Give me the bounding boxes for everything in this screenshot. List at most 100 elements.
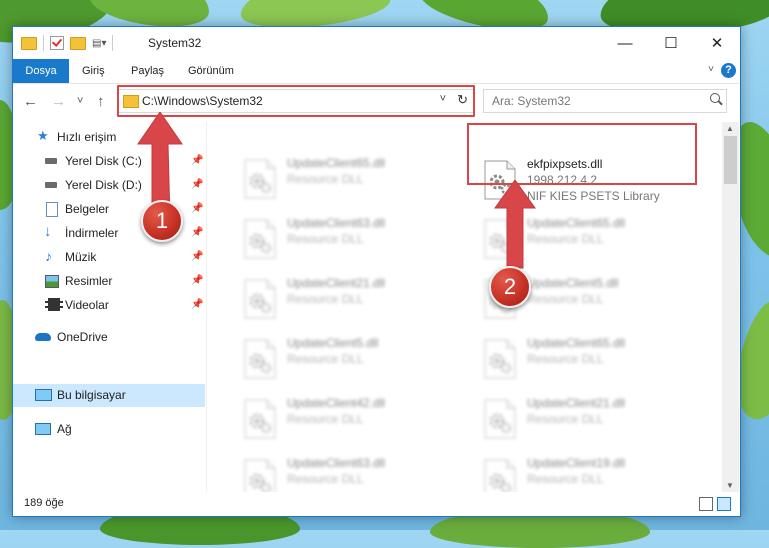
network-icon (35, 423, 51, 435)
refresh-icon[interactable]: ↻ (457, 92, 468, 108)
file-name: UpdateClient63.dll (287, 456, 386, 470)
properties-icon[interactable] (50, 36, 64, 50)
scroll-up-arrow[interactable]: ▲ (726, 124, 734, 133)
forward-button[interactable]: → (51, 93, 66, 110)
title-bar: ▤▾ System32 — ☐ ✕ (13, 27, 740, 59)
video-icon (45, 298, 63, 311)
drive-icon (45, 182, 57, 188)
expand-ribbon-icon[interactable]: ˅ (708, 64, 714, 75)
tab-home[interactable]: Giriş (82, 59, 105, 83)
dll-file-icon (243, 279, 277, 319)
file-description: Resource DLL (287, 352, 364, 366)
window-title: System32 (148, 36, 202, 50)
dll-file-icon (243, 219, 277, 259)
file-description: Resource DLL (527, 472, 604, 486)
search-input[interactable]: Ara: System32 (483, 89, 727, 113)
sidebar-item-network[interactable]: Ağ (13, 418, 205, 440)
file-name: UpdateClient65.dll (527, 336, 626, 350)
file-description: Resource DLL (287, 412, 364, 426)
sidebar-item-pictures[interactable]: Resimler 📌 (13, 270, 205, 292)
pin-icon[interactable]: 📌 (191, 222, 203, 244)
folder-icon (21, 36, 37, 50)
search-icon[interactable] (710, 93, 720, 103)
step-1-badge: 1 (141, 200, 183, 242)
help-icon[interactable]: ? (721, 63, 736, 78)
dll-file-icon (243, 399, 277, 439)
pin-icon[interactable]: 📌 (191, 198, 203, 220)
file-list: UpdateClient65.dll Resource DLL UpdateClie… (207, 122, 722, 492)
close-button[interactable]: ✕ (694, 27, 740, 59)
dll-file-icon (243, 459, 277, 492)
file-description: Resource DLL (287, 172, 364, 186)
dll-file-icon (483, 339, 517, 379)
window-controls: — ☐ ✕ (602, 27, 740, 59)
status-bar: 189 öğe (13, 492, 740, 516)
chevron-down-icon[interactable]: ˅ (440, 93, 446, 105)
documents-icon (46, 202, 58, 217)
sidebar-item-this-pc-row[interactable]: Bu bilgisayar (13, 384, 205, 406)
cloud-icon (35, 333, 51, 341)
folder-icon (123, 95, 139, 108)
details-view-icon[interactable] (699, 497, 713, 511)
sidebar-item-videos[interactable]: Videolar 📌 (13, 294, 205, 316)
customize-toolbar-icon[interactable]: ▤▾ (92, 38, 106, 49)
file-item[interactable]: UpdateClient65.dll Resource DLL (237, 153, 457, 201)
file-name: UpdateClient5.dll (287, 336, 379, 350)
recent-locations-button[interactable]: ˅ (77, 95, 83, 107)
pin-icon[interactable]: 📌 (191, 294, 203, 316)
file-name: UpdateClient65.dll (287, 156, 386, 170)
navigation-bar: ← → ˅ ↑ C:\Windows\System32 ˅ ↻ Ara: Sys… (13, 84, 740, 118)
minimize-button[interactable]: — (602, 27, 648, 59)
scroll-down-arrow[interactable]: ▼ (726, 481, 734, 490)
file-description: Resource DLL (527, 352, 604, 366)
file-item[interactable]: UpdateClient63.dll Resource DLL (237, 453, 457, 492)
ribbon-tabs: Dosya Giriş Paylaş Görünüm ˅ ? (13, 59, 740, 84)
file-item[interactable]: UpdateClient21.dll Resource DLL (237, 273, 457, 321)
file-description: Resource DLL (527, 292, 604, 306)
file-item[interactable]: UpdateClient19.dll Resource DLL (477, 453, 697, 492)
sidebar-item-onedrive[interactable]: OneDrive (13, 326, 205, 348)
dll-file-icon (243, 159, 277, 199)
quick-access-toolbar: ▤▾ (21, 35, 114, 51)
dll-file-icon (483, 459, 517, 492)
file-name: UpdateClient21.dll (287, 276, 386, 290)
back-button[interactable]: ← (23, 93, 38, 110)
pin-icon[interactable]: 📌 (191, 174, 203, 196)
tab-view[interactable]: Görünüm (188, 59, 234, 83)
file-item[interactable]: UpdateClient63.dll Resource DLL (237, 213, 457, 261)
large-icons-view-icon[interactable] (717, 497, 731, 511)
vertical-scrollbar[interactable]: ▲ ▼ (722, 122, 739, 492)
file-description: Resource DLL (287, 232, 364, 246)
pictures-icon (45, 275, 59, 288)
file-item[interactable]: UpdateClient65.dll Resource DLL (477, 333, 697, 381)
maximize-button[interactable]: ☐ (648, 27, 694, 59)
up-button[interactable]: ↑ (97, 93, 105, 110)
pin-icon[interactable]: 📌 (191, 270, 203, 292)
tab-share[interactable]: Paylaş (131, 59, 164, 83)
pin-icon[interactable]: 📌 (191, 246, 203, 268)
file-item[interactable]: UpdateClient21.dll Resource DLL (477, 393, 697, 441)
new-folder-icon[interactable] (70, 36, 86, 50)
file-item[interactable]: UpdateClient5.dll Resource DLL (237, 333, 457, 381)
address-text[interactable]: C:\Windows\System32 (142, 94, 263, 108)
file-description: Resource DLL (527, 412, 604, 426)
computer-icon (35, 389, 52, 401)
file-name: UpdateClient5.dll (527, 276, 619, 290)
pin-icon[interactable]: 📌 (191, 150, 203, 172)
step-2-badge: 2 (489, 266, 531, 308)
file-item[interactable]: UpdateClient42.dll Resource DLL (237, 393, 457, 441)
file-name: UpdateClient65.dll (527, 216, 626, 230)
tab-file[interactable]: Dosya (13, 59, 69, 83)
drive-icon (45, 158, 57, 164)
scrollbar-thumb[interactable] (724, 136, 737, 184)
arrow-2-icon (494, 180, 536, 269)
sidebar-item-music[interactable]: ♪ Müzik 📌 (13, 246, 205, 268)
file-description: NIF KIES PSETS Library (527, 189, 660, 203)
music-icon: ♪ (45, 248, 52, 264)
download-icon: ↓ (44, 223, 52, 240)
item-count: 189 öğe (24, 497, 64, 509)
dll-file-icon (483, 399, 517, 439)
file-name: UpdateClient21.dll (527, 396, 626, 410)
dll-file-icon (243, 339, 277, 379)
address-bar[interactable]: C:\Windows\System32 ˅ ↻ (117, 89, 475, 113)
